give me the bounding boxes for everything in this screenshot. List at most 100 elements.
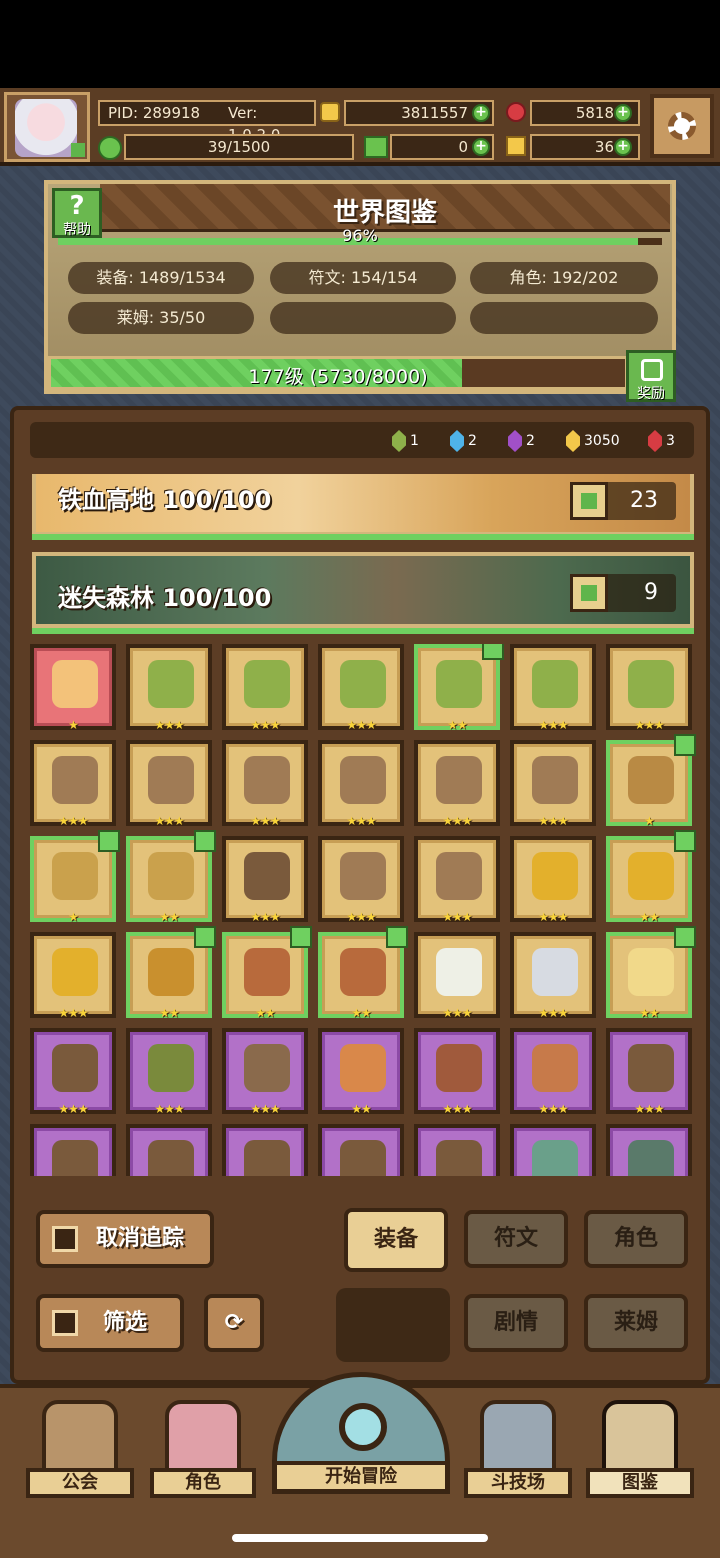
tree-armor-icon <box>52 1044 98 1092</box>
tab-runes[interactable]: 符文 <box>464 1210 568 1268</box>
collection-item[interactable]: ★ <box>30 830 120 924</box>
nav-arena[interactable]: 斗技场 <box>464 1394 572 1498</box>
add-key-button[interactable]: + <box>614 138 632 156</box>
nav-characters[interactable]: 角色 <box>150 1394 256 1498</box>
collection-item[interactable]: ★★★ <box>126 1124 212 1176</box>
white-armor-icon <box>436 948 482 996</box>
collection-item[interactable]: ★★ <box>318 1028 404 1116</box>
add-gold-button[interactable]: + <box>472 104 490 122</box>
collection-item[interactable]: ★★★ <box>318 836 404 924</box>
collection-item[interactable]: ★★★ <box>414 932 500 1020</box>
collection-item[interactable]: ★★★ <box>510 1124 596 1176</box>
collection-item[interactable]: ★★★ <box>414 740 500 828</box>
collection-item[interactable]: ★★ <box>126 830 216 924</box>
collection-item[interactable]: ★★★ <box>318 1124 404 1176</box>
collection-item[interactable]: ★★ <box>414 644 504 732</box>
collection-item[interactable]: ★★★ <box>30 1028 116 1116</box>
player-avatar[interactable] <box>4 92 90 162</box>
robe-icon <box>52 852 98 900</box>
collection-item[interactable]: ★★★ <box>510 932 596 1020</box>
collection-item[interactable]: ★★★ <box>510 644 596 732</box>
tab-equipment[interactable]: 装备 <box>344 1208 448 1272</box>
add-ruby-button[interactable]: + <box>614 104 632 122</box>
reward-button[interactable]: 奖励 <box>626 350 676 402</box>
filter-button[interactable]: 筛选 <box>36 1294 184 1352</box>
tab-characters[interactable]: 角色 <box>584 1210 688 1268</box>
empty-button-slot <box>336 1288 450 1362</box>
collection-item[interactable]: ★★★ <box>606 644 692 732</box>
collection-item[interactable]: ★ <box>30 644 116 732</box>
gem-summary-bar: 1 2 2 3050 3 <box>30 422 694 458</box>
grid-icon <box>52 1310 78 1336</box>
collection-item[interactable]: ★★★ <box>30 740 116 828</box>
reward-label: 奖励 <box>637 386 665 402</box>
ruby-gem-icon <box>506 102 526 122</box>
collection-item[interactable]: ★★★ <box>126 1028 212 1116</box>
collection-item[interactable]: ★★★ <box>414 1124 500 1176</box>
gear-icon <box>668 112 696 140</box>
collection-item[interactable]: ★★★ <box>30 1124 116 1176</box>
star-rating: ★★ <box>639 910 660 924</box>
collection-item[interactable]: ★★★ <box>126 644 212 732</box>
region-likes[interactable]: 9 <box>570 574 676 612</box>
gem-count: 3 <box>666 433 675 449</box>
magnifier-icon <box>339 1403 387 1451</box>
collection-item[interactable]: ★ <box>606 734 696 828</box>
nav-codex[interactable]: 图鉴 <box>586 1394 694 1498</box>
avatar-portrait <box>15 99 77 157</box>
collection-item[interactable]: ★★★ <box>222 740 308 828</box>
collection-item[interactable]: ★★★ <box>414 1028 500 1116</box>
collection-item[interactable]: ★★★ <box>222 1124 308 1176</box>
energy-icon <box>98 136 122 160</box>
stat-empty-1 <box>270 302 456 334</box>
collection-item[interactable]: ★★★ <box>606 1028 692 1116</box>
untrack-button[interactable]: 取消追踪 <box>36 1210 214 1268</box>
collection-item[interactable]: ★★★ <box>510 1028 596 1116</box>
collection-item[interactable]: ★★★ <box>510 740 596 828</box>
region-likes[interactable]: 23 <box>570 482 676 520</box>
tracked-thumb-icon <box>674 830 696 852</box>
region-iron-highlands[interactable]: 铁血高地 100/100 23 <box>32 474 694 536</box>
stat-slime: 莱姆: 35/50 <box>68 302 254 334</box>
nav-guild[interactable]: 公会 <box>26 1394 134 1498</box>
collection-item[interactable]: ★★★ <box>30 932 116 1020</box>
collection-item[interactable]: ★★ <box>318 926 408 1020</box>
gem-count: 1 <box>410 433 419 449</box>
collection-item[interactable]: ★★★ <box>414 836 500 924</box>
wood-boots-icon <box>244 1044 290 1092</box>
collection-item[interactable]: ★★★ <box>222 644 308 732</box>
reset-button[interactable]: ⟳ <box>204 1294 264 1352</box>
collection-item[interactable]: ★★★ <box>222 1028 308 1116</box>
star-rating: ★★ <box>255 1006 276 1020</box>
crown-icon <box>532 852 578 900</box>
star-rating: ★★ <box>447 718 468 732</box>
ring-icon <box>52 660 98 708</box>
collection-item[interactable]: ★★★ <box>606 1124 692 1176</box>
shield-icon <box>436 852 482 900</box>
gem-purple: 2 <box>508 430 535 452</box>
add-clover-button[interactable]: + <box>472 138 490 156</box>
star-rating: ★★★ <box>538 1102 568 1116</box>
tab-slime[interactable]: 莱姆 <box>584 1294 688 1352</box>
collection-item[interactable]: ★★★ <box>318 644 404 732</box>
guild-building-icon <box>42 1400 118 1474</box>
tab-story[interactable]: 剧情 <box>464 1294 568 1352</box>
collection-item[interactable]: ★★★ <box>318 740 404 828</box>
thumbs-up-icon <box>570 574 608 612</box>
collection-item[interactable]: ★★★ <box>126 740 212 828</box>
collection-item[interactable]: ★★ <box>606 830 696 924</box>
collection-item[interactable]: ★★★ <box>510 836 596 924</box>
collection-item[interactable]: ★★ <box>222 926 312 1020</box>
leaf-boots-icon <box>340 660 386 708</box>
stat-empty-2 <box>470 302 658 334</box>
region-lost-forest[interactable]: 迷失森林 100/100 9 <box>32 552 694 628</box>
collection-item[interactable]: ★★ <box>606 926 696 1020</box>
question-icon: ? <box>69 191 85 221</box>
collection-item[interactable]: ★★ <box>126 926 216 1020</box>
crossed-swords-icon <box>480 1400 556 1474</box>
star-rating: ★★★ <box>538 718 568 732</box>
collection-item[interactable]: ★★★ <box>222 836 308 924</box>
codex-title-bar: 世界图鉴 <box>100 184 670 232</box>
star-rating: ★★ <box>351 1006 372 1020</box>
settings-button[interactable] <box>650 94 714 158</box>
